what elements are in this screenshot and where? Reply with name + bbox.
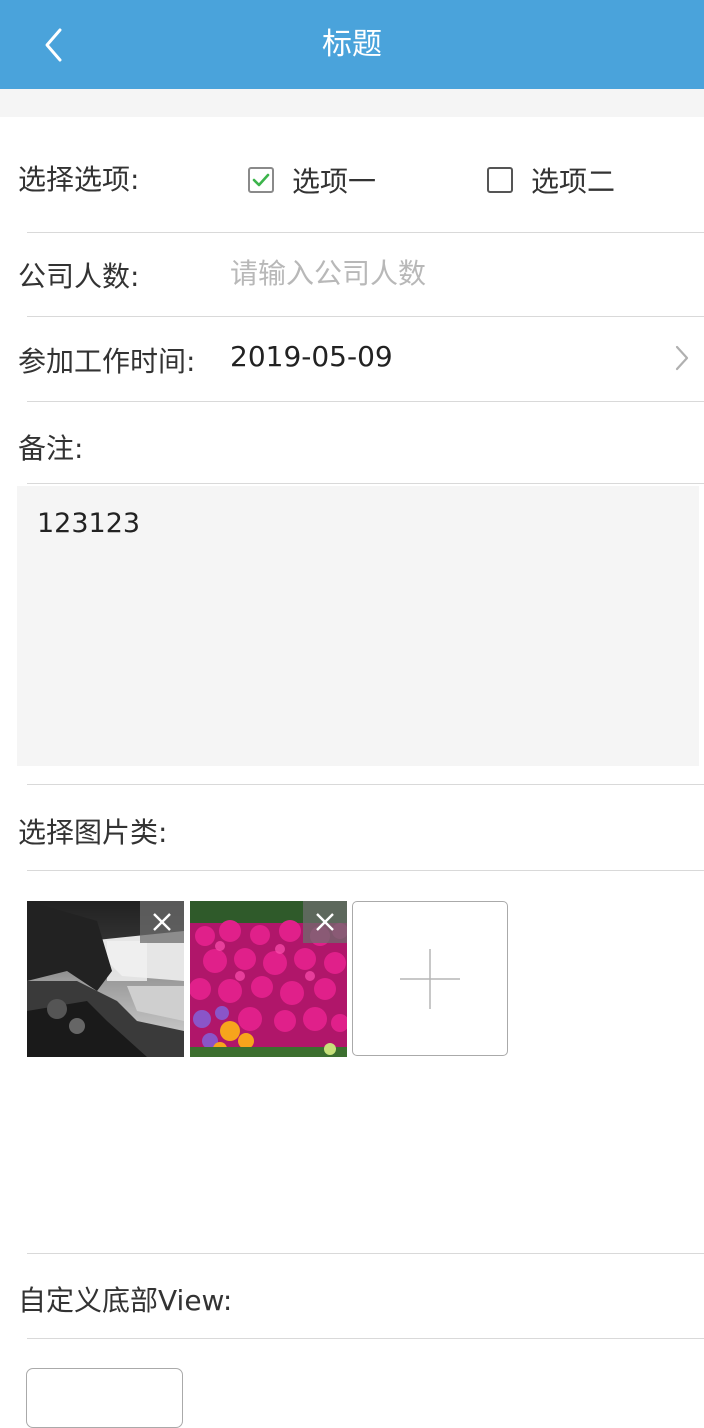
start-date-label: 参加工作时间: xyxy=(18,345,196,378)
remark-label: 备注: xyxy=(18,432,84,465)
images-label: 选择图片类: xyxy=(18,816,168,849)
divider xyxy=(27,1338,704,1339)
chevron-left-icon xyxy=(45,28,62,62)
option-one-label: 选项一 xyxy=(292,165,377,198)
navigation-bar: 标题 xyxy=(0,0,704,89)
option-two-checkbox[interactable]: 选项二 xyxy=(487,160,615,200)
remove-image-button[interactable] xyxy=(140,901,184,943)
divider xyxy=(27,1253,704,1254)
divider xyxy=(27,784,704,785)
chevron-right-icon xyxy=(675,345,689,371)
checkbox-checked-icon xyxy=(248,167,274,193)
custom-footer-label: 自定义底部View: xyxy=(18,1284,233,1317)
divider xyxy=(27,483,704,484)
header-spacer xyxy=(0,89,704,117)
option-one-checkbox[interactable]: 选项一 xyxy=(248,160,376,200)
page-title: 标题 xyxy=(322,27,382,62)
image-thumbnail-flowers[interactable] xyxy=(190,901,347,1057)
checkbox-unchecked-icon xyxy=(487,167,513,193)
close-icon xyxy=(153,913,171,931)
image-thumbnail-waterfall[interactable] xyxy=(27,901,184,1057)
divider xyxy=(27,870,704,871)
start-date-value: 2019-05-09 xyxy=(230,340,393,373)
divider xyxy=(27,401,704,402)
company-size-label: 公司人数: xyxy=(18,260,140,293)
custom-footer-view[interactable] xyxy=(26,1368,183,1428)
options-label: 选择选项: xyxy=(18,163,140,196)
company-size-input[interactable] xyxy=(230,248,670,298)
back-button[interactable] xyxy=(30,20,78,70)
plus-icon xyxy=(400,948,460,1009)
close-icon xyxy=(316,913,334,931)
add-image-button[interactable] xyxy=(352,901,508,1056)
divider xyxy=(27,316,704,317)
option-two-label: 选项二 xyxy=(531,165,616,198)
remove-image-button[interactable] xyxy=(303,901,347,943)
remark-textarea[interactable] xyxy=(17,486,699,766)
start-date-row[interactable]: 参加工作时间: 2019-05-09 xyxy=(0,318,704,400)
divider xyxy=(27,232,704,233)
